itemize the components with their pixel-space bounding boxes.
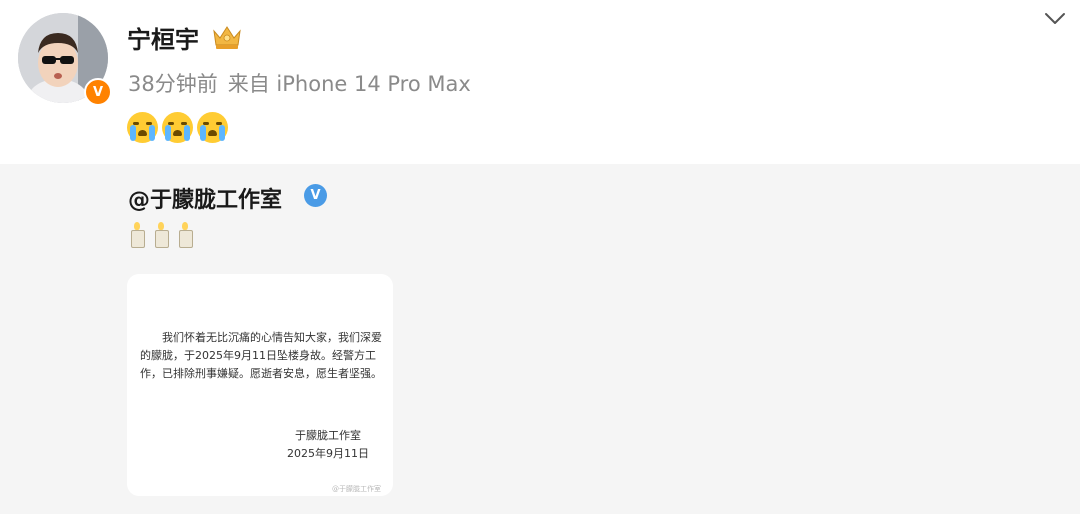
statement-date: 2025年9月11日 xyxy=(287,447,369,460)
crown-badge-icon[interactable] xyxy=(211,23,243,51)
image-watermark: @于朦胧工作室 xyxy=(332,485,381,493)
post-meta: 38分钟前 来自 iPhone 14 Pro Max xyxy=(128,68,471,98)
repost-emojis xyxy=(128,222,194,248)
post-source: 来自 iPhone 14 Pro Max xyxy=(227,72,471,96)
author-name[interactable]: 宁桓宇 xyxy=(127,20,199,55)
loudly-crying-emoji-icon xyxy=(197,112,228,143)
post-time[interactable]: 38分钟前 xyxy=(128,72,218,96)
statement-signature-block: 于朦胧工作室 2025年9月11日 xyxy=(287,427,369,463)
statement-signature: 于朦胧工作室 xyxy=(295,429,361,442)
candle-emoji-icon xyxy=(128,222,146,248)
loudly-crying-emoji-icon xyxy=(162,112,193,143)
orange-verified-badge-icon: V xyxy=(84,78,112,106)
post-emojis xyxy=(127,112,228,143)
blue-verified-badge-icon: V xyxy=(304,184,327,207)
statement-image-card[interactable]: 我们怀着无比沉痛的心情告知大家，我们深爱的朦胧，于2025年9月11日坠楼身故。… xyxy=(127,274,393,496)
candle-emoji-icon xyxy=(152,222,170,248)
statement-body: 我们怀着无比沉痛的心情告知大家，我们深爱的朦胧，于2025年9月11日坠楼身故。… xyxy=(140,331,382,380)
loudly-crying-emoji-icon xyxy=(127,112,158,143)
chevron-down-icon[interactable] xyxy=(1042,8,1068,28)
reposted-account-mention[interactable]: @于朦胧工作室 xyxy=(128,182,282,214)
candle-emoji-icon xyxy=(176,222,194,248)
